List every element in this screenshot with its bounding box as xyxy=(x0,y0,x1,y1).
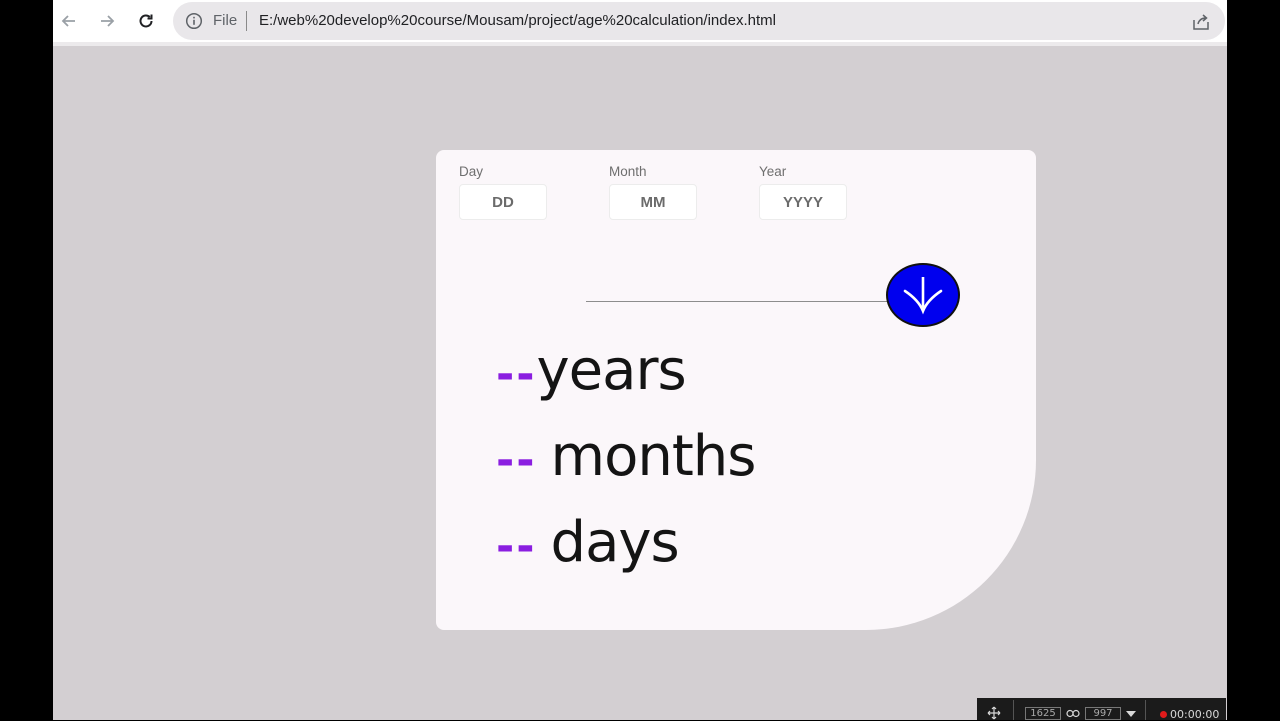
back-button[interactable] xyxy=(57,9,81,33)
month-input[interactable] xyxy=(609,184,697,220)
divider-line xyxy=(586,301,892,302)
day-field: Day xyxy=(459,164,547,220)
day-label: Day xyxy=(459,164,484,179)
info-icon[interactable] xyxy=(185,12,203,30)
move-icon[interactable] xyxy=(987,706,1001,720)
months-value: -- xyxy=(496,435,537,486)
arrow-down-icon xyxy=(903,277,943,315)
screen-recorder-bar: 1625 997 00:00:00 xyxy=(977,698,1226,721)
months-result: -- months xyxy=(496,424,757,489)
recorder-separator-2 xyxy=(1145,700,1146,720)
link-icon[interactable] xyxy=(1066,709,1080,718)
dropdown-arrow-icon[interactable] xyxy=(1126,711,1136,717)
address-bar[interactable]: File E:/web%20develop%20course/Mousam/pr… xyxy=(173,2,1225,40)
year-field: Year xyxy=(759,164,847,220)
browser-toolbar: File E:/web%20develop%20course/Mousam/pr… xyxy=(53,0,1227,46)
browser-window: File E:/web%20develop%20course/Mousam/pr… xyxy=(53,0,1227,720)
address-separator xyxy=(246,11,247,31)
recorder-height[interactable]: 997 xyxy=(1085,707,1121,720)
years-result: -- years xyxy=(496,338,687,403)
months-unit: months xyxy=(550,424,757,489)
recorder-time: 00:00:00 xyxy=(1170,708,1220,721)
record-dot-icon xyxy=(1160,711,1167,718)
recorder-width[interactable]: 1625 xyxy=(1025,707,1061,720)
days-value: -- xyxy=(496,521,537,572)
share-icon[interactable] xyxy=(1191,12,1211,32)
day-input[interactable] xyxy=(459,184,547,220)
forward-button[interactable] xyxy=(95,9,119,33)
days-result: -- days xyxy=(496,510,680,575)
year-label: Year xyxy=(759,164,787,179)
recorder-separator xyxy=(1013,700,1014,720)
url-text[interactable]: E:/web%20develop%20course/Mousam/project… xyxy=(259,12,776,29)
month-label: Month xyxy=(609,164,647,179)
age-calculator-card: Day Month Year -- years -- months -- xyxy=(436,150,1036,630)
reload-button[interactable] xyxy=(134,9,158,33)
scheme-label: File xyxy=(213,12,238,29)
years-value: -- xyxy=(496,349,537,400)
arrow-right-icon xyxy=(101,15,115,27)
days-unit: days xyxy=(550,510,680,575)
calculate-button[interactable] xyxy=(886,263,960,327)
arrow-left-icon xyxy=(61,15,75,27)
years-unit: years xyxy=(536,338,687,403)
year-input[interactable] xyxy=(759,184,847,220)
month-field: Month xyxy=(609,164,697,220)
reload-icon xyxy=(139,14,153,28)
